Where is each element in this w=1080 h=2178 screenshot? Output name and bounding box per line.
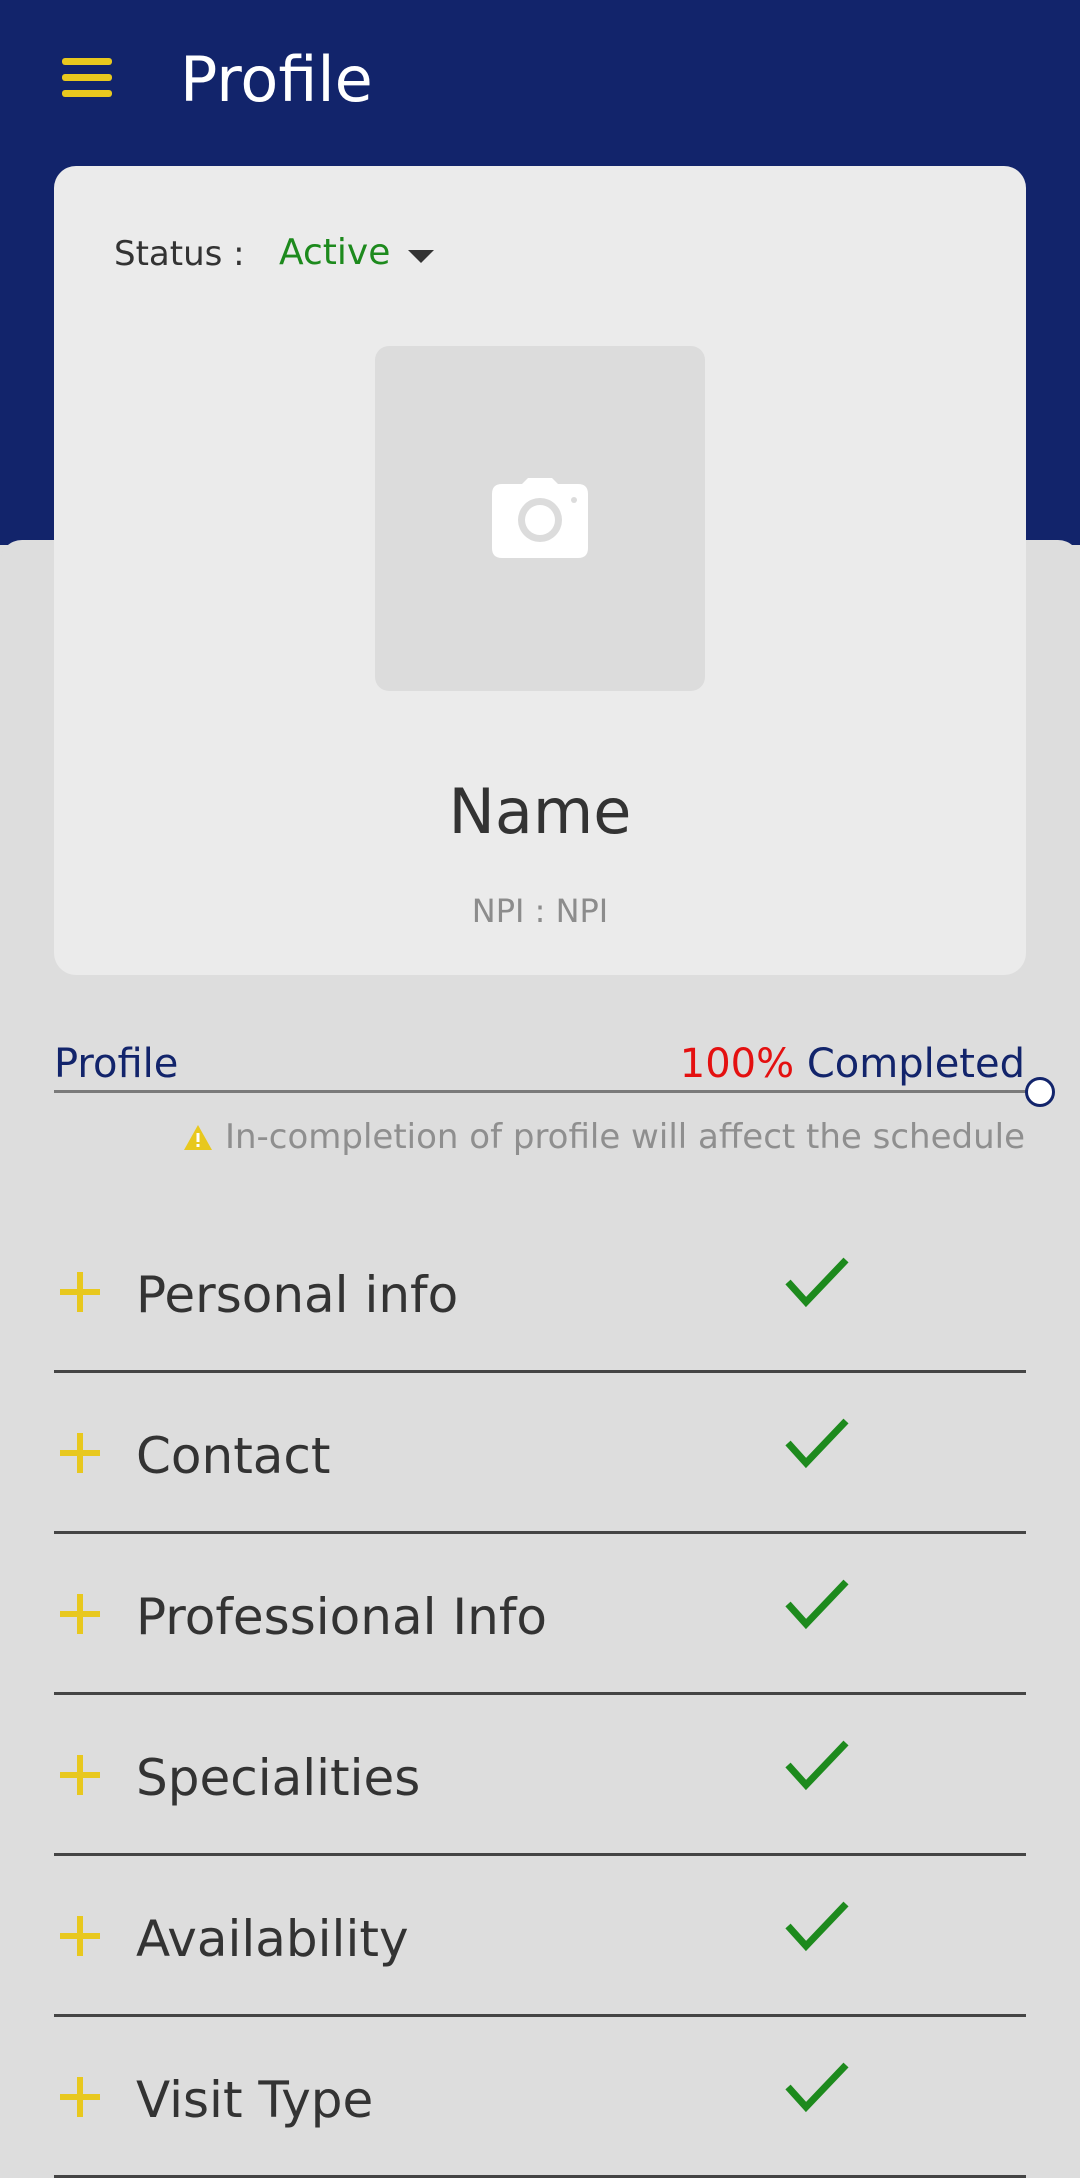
progress-fill bbox=[54, 1090, 1040, 1093]
plus-icon bbox=[60, 1594, 100, 1634]
plus-icon bbox=[60, 2077, 100, 2117]
hamburger-menu-icon bbox=[62, 90, 112, 97]
section-label: Specialities bbox=[136, 1749, 421, 1807]
section-label: Visit Type bbox=[136, 2071, 374, 2129]
section-contact[interactable]: Contact bbox=[54, 1373, 1026, 1534]
chevron-down-icon bbox=[408, 249, 435, 263]
hamburger-menu-icon bbox=[62, 74, 112, 81]
section-professional-info[interactable]: Professional Info bbox=[54, 1534, 1026, 1695]
section-availability[interactable]: Availability bbox=[54, 1856, 1026, 2017]
status-label: Status : bbox=[114, 234, 245, 274]
progress-completed-label: Completed bbox=[806, 1041, 1025, 1087]
check-icon bbox=[785, 1740, 849, 1791]
plus-icon bbox=[60, 1755, 100, 1795]
warning-text: In-completion of profile will affect the… bbox=[224, 1117, 1025, 1157]
provider-name: Name bbox=[448, 775, 632, 848]
plus-icon bbox=[60, 1433, 100, 1473]
hamburger-menu-icon bbox=[62, 58, 112, 65]
profile-photo-button[interactable] bbox=[375, 346, 705, 691]
section-label: Contact bbox=[136, 1427, 331, 1485]
section-label: Availability bbox=[136, 1910, 409, 1968]
check-icon bbox=[785, 1418, 849, 1469]
check-icon bbox=[785, 1901, 849, 1952]
progress-thumb[interactable] bbox=[1025, 1077, 1055, 1107]
section-specialities[interactable]: Specialities bbox=[54, 1695, 1026, 1856]
check-icon bbox=[785, 2062, 849, 2113]
section-personal-info[interactable]: Personal info bbox=[54, 1212, 1026, 1373]
section-label: Personal info bbox=[136, 1266, 459, 1324]
profile-sections-list: Personal info Contact Professional Info … bbox=[54, 1212, 1026, 2178]
check-icon bbox=[785, 1579, 849, 1630]
section-label: Professional Info bbox=[136, 1588, 548, 1646]
page-title: Profile bbox=[180, 43, 373, 116]
plus-icon bbox=[60, 1272, 100, 1312]
menu-button[interactable] bbox=[62, 58, 112, 98]
status-value: Active bbox=[279, 232, 391, 273]
warning-icon bbox=[183, 1124, 212, 1150]
status-dropdown[interactable]: Active bbox=[279, 228, 435, 278]
progress-track bbox=[54, 1090, 1040, 1093]
plus-icon bbox=[60, 1916, 100, 1956]
section-visit-type[interactable]: Visit Type bbox=[54, 2017, 1026, 2178]
progress-label: Profile bbox=[54, 1041, 179, 1087]
progress-percent: 100% bbox=[679, 1041, 795, 1087]
progress-status: 100% Completed bbox=[680, 1038, 1025, 1090]
check-icon bbox=[785, 1257, 849, 1308]
profile-warning: In-completion of profile will affect the… bbox=[183, 1115, 1025, 1159]
npi-text: NPI : NPI bbox=[471, 892, 609, 930]
camera-icon bbox=[492, 478, 588, 558]
profile-card: Status : Active Name NPI : NPI bbox=[54, 166, 1026, 975]
